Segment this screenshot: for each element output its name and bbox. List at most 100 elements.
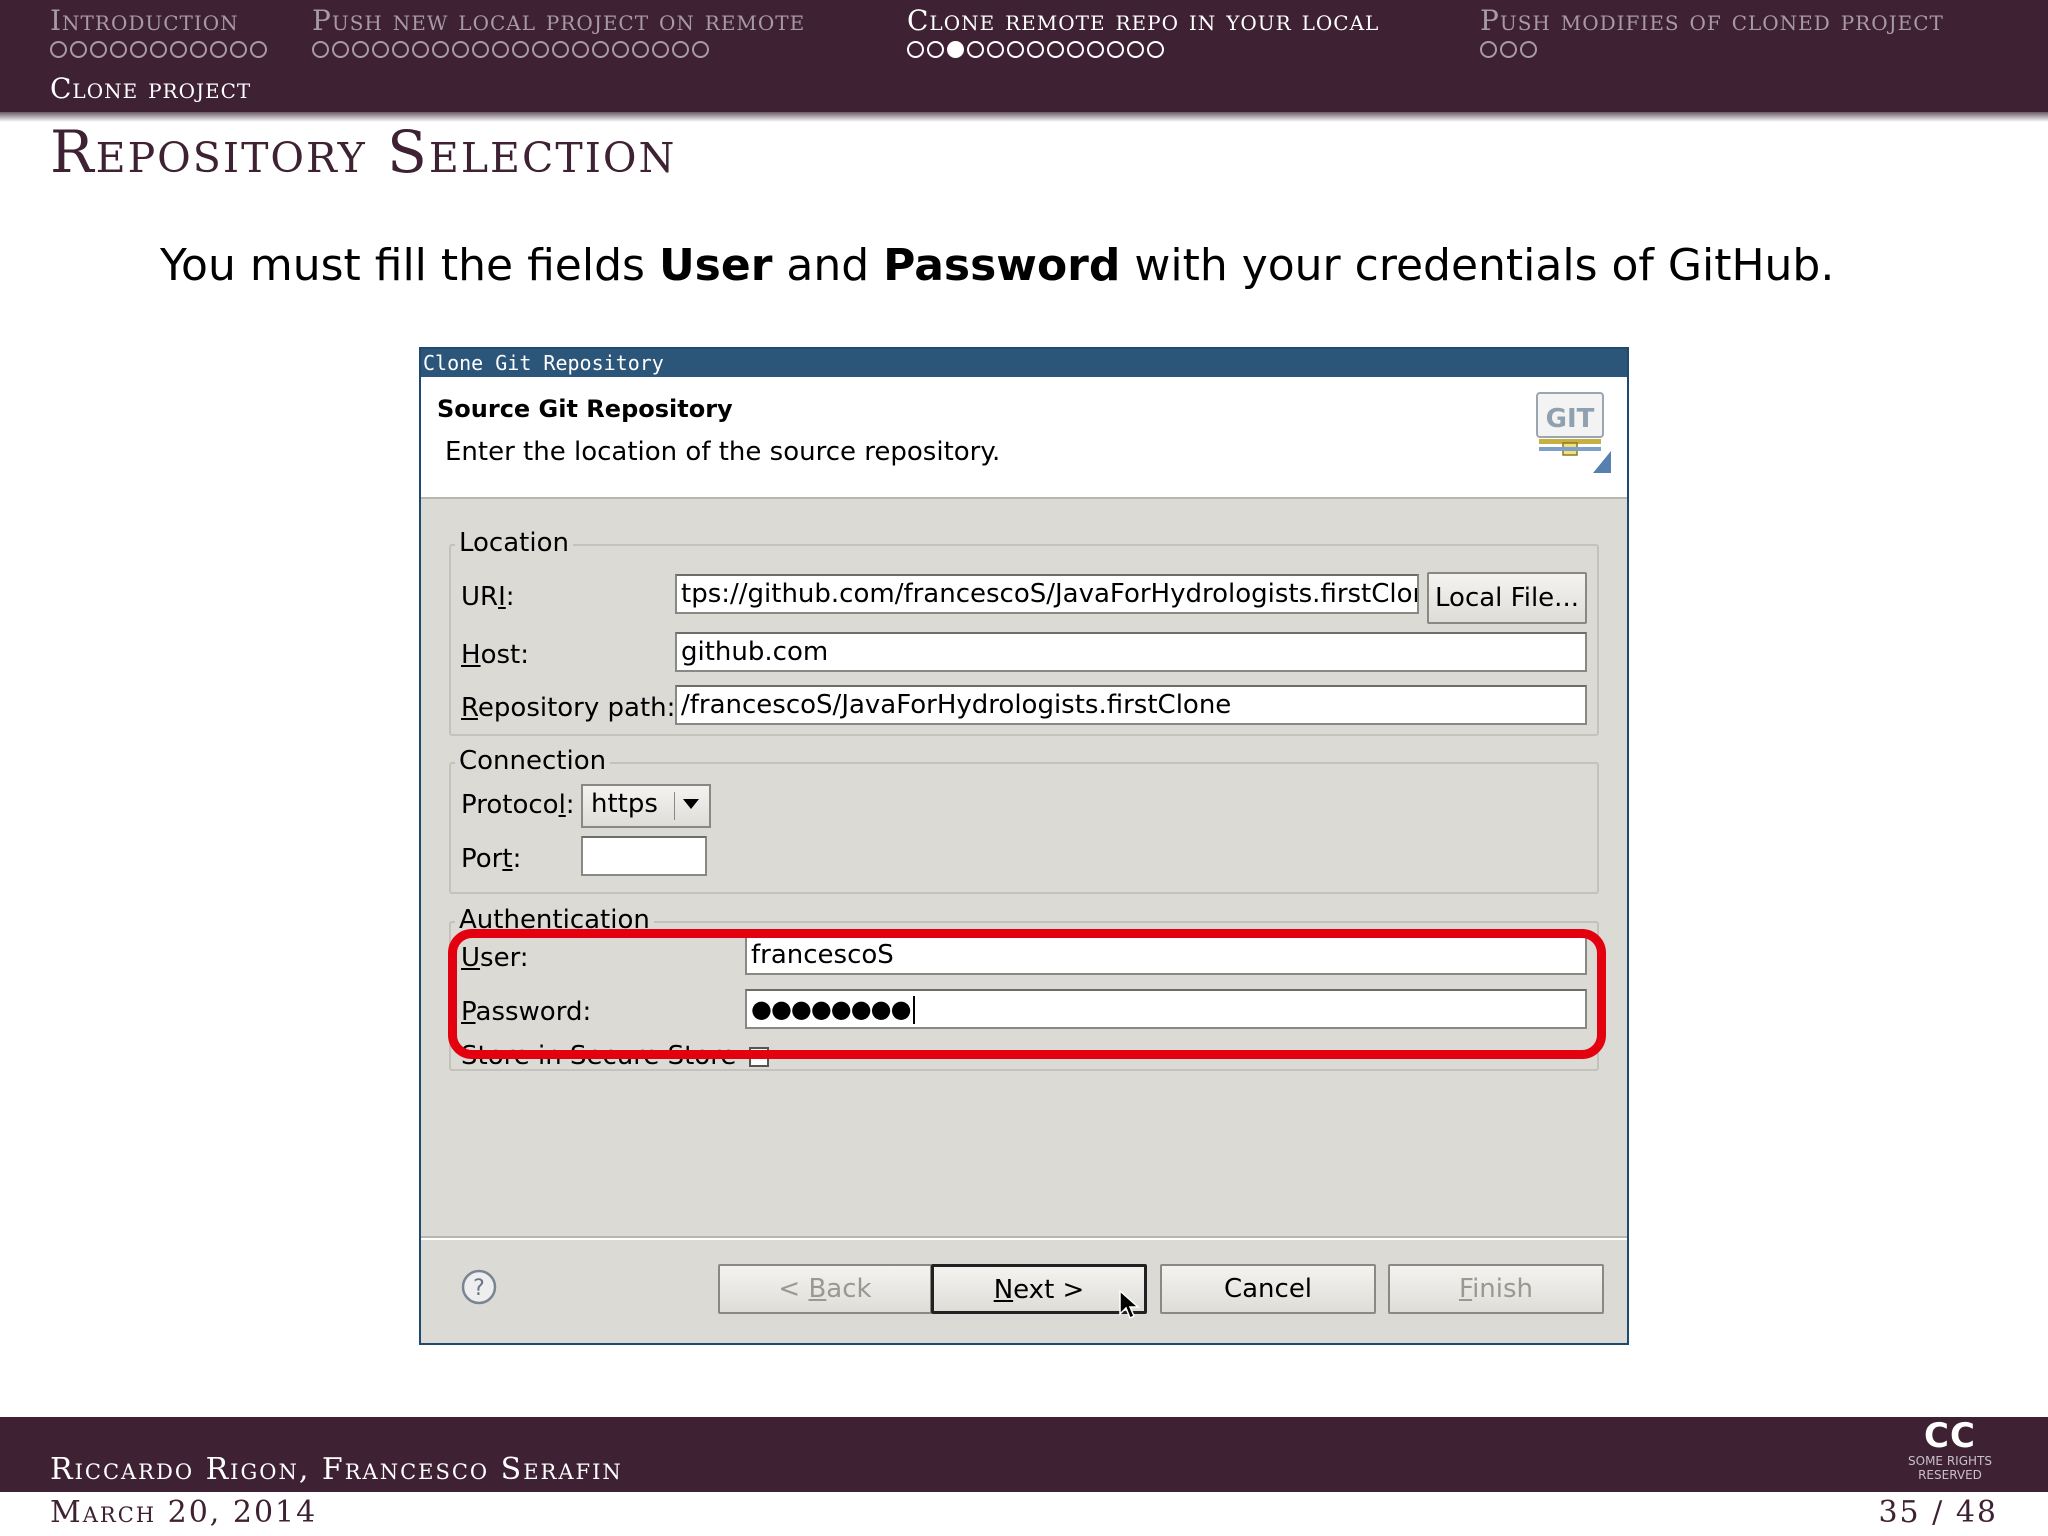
button-bar-separator bbox=[421, 1236, 1627, 1240]
host-label: Host: bbox=[461, 640, 529, 670]
password-input[interactable]: ●●●●●●●● bbox=[745, 989, 1587, 1029]
nav-dot[interactable] bbox=[907, 41, 924, 58]
nav-dot[interactable] bbox=[1087, 41, 1104, 58]
nav-dot[interactable] bbox=[987, 41, 1004, 58]
banner-title: Source Git Repository bbox=[437, 395, 733, 423]
finish-button[interactable]: Finish bbox=[1388, 1264, 1604, 1314]
nav-dot[interactable] bbox=[472, 41, 489, 58]
dropdown-arrow-icon bbox=[683, 799, 699, 809]
nav-dot[interactable] bbox=[332, 41, 349, 58]
label-text: ost: bbox=[480, 640, 529, 670]
connection-group: Connection Protocol: https Port: bbox=[449, 746, 1599, 894]
next-button[interactable]: Next > bbox=[931, 1264, 1147, 1314]
back-button[interactable]: < Back bbox=[718, 1264, 932, 1314]
slide-instruction: You must fill the fields User and Passwo… bbox=[160, 240, 1834, 291]
local-file-button[interactable]: Local File... bbox=[1427, 572, 1587, 624]
nav-dot[interactable] bbox=[1107, 41, 1124, 58]
nav-dot[interactable] bbox=[652, 41, 669, 58]
nav-dot[interactable] bbox=[552, 41, 569, 58]
nav-section-introduction[interactable]: Introduction bbox=[50, 4, 239, 37]
nav-dot[interactable] bbox=[392, 41, 409, 58]
nav-dot[interactable] bbox=[672, 41, 689, 58]
help-icon[interactable]: ? bbox=[459, 1267, 499, 1307]
nav-dot[interactable] bbox=[1147, 41, 1164, 58]
label-mnemonic: I bbox=[498, 582, 506, 612]
nav-dot[interactable] bbox=[692, 41, 709, 58]
cancel-button[interactable]: Cancel bbox=[1160, 1264, 1376, 1314]
label-text: epository path: bbox=[477, 693, 676, 723]
authentication-group: Authentication User: francescoS Password… bbox=[449, 905, 1599, 1071]
dialog-title-bar[interactable]: Clone Git Repository bbox=[421, 349, 1627, 377]
text-caret bbox=[912, 996, 915, 1024]
label-mnemonic: H bbox=[461, 640, 481, 670]
cc-logo-text: CC bbox=[1924, 1416, 1976, 1456]
nav-dot[interactable] bbox=[967, 41, 984, 58]
password-mask: ●●●●●●●● bbox=[751, 995, 912, 1023]
user-input[interactable]: francescoS bbox=[745, 935, 1587, 975]
nav-dots-clone-remote[interactable] bbox=[907, 41, 1167, 65]
nav-dot[interactable] bbox=[130, 41, 147, 58]
label-text: Protoco bbox=[461, 790, 559, 820]
nav-dot[interactable] bbox=[1067, 41, 1084, 58]
nav-dot[interactable] bbox=[1500, 41, 1517, 58]
combo-separator bbox=[674, 792, 675, 820]
nav-dot[interactable] bbox=[452, 41, 469, 58]
protocol-select[interactable]: https bbox=[581, 784, 711, 828]
subsection-title[interactable]: Clone project bbox=[50, 72, 251, 105]
nav-dot[interactable] bbox=[612, 41, 629, 58]
cc-rights-text: SOME RIGHTS RESERVED bbox=[1908, 1454, 1992, 1482]
nav-section-clone-remote[interactable]: Clone remote repo in your local bbox=[907, 4, 1379, 37]
uri-label: URI: bbox=[461, 582, 515, 612]
nav-dot[interactable] bbox=[947, 41, 964, 58]
help-glyph: ? bbox=[473, 1276, 485, 1301]
nav-dot[interactable] bbox=[1127, 41, 1144, 58]
nav-section-push-modifies[interactable]: Push modifies of cloned project bbox=[1480, 4, 1944, 37]
label-text: Por bbox=[461, 844, 503, 874]
nav-dot[interactable] bbox=[250, 41, 267, 58]
store-secure-checkbox[interactable] bbox=[749, 1047, 769, 1067]
nav-dot[interactable] bbox=[412, 41, 429, 58]
nav-dot[interactable] bbox=[572, 41, 589, 58]
nav-dot[interactable] bbox=[592, 41, 609, 58]
nav-dot[interactable] bbox=[352, 41, 369, 58]
mouse-cursor-icon bbox=[1119, 1290, 1140, 1320]
nav-dot[interactable] bbox=[632, 41, 649, 58]
nav-dot[interactable] bbox=[230, 41, 247, 58]
label-text: UR bbox=[461, 582, 499, 612]
nav-dot[interactable] bbox=[512, 41, 529, 58]
nav-dot[interactable] bbox=[1480, 41, 1497, 58]
nav-dot[interactable] bbox=[1007, 41, 1024, 58]
nav-dots-introduction[interactable] bbox=[50, 41, 270, 65]
nav-dot[interactable] bbox=[150, 41, 167, 58]
nav-dot[interactable] bbox=[432, 41, 449, 58]
host-input[interactable]: github.com bbox=[675, 632, 1587, 672]
nav-dot[interactable] bbox=[190, 41, 207, 58]
nav-dots-push-new[interactable] bbox=[312, 41, 712, 65]
nav-dot[interactable] bbox=[372, 41, 389, 58]
instruction-bold-password: Password bbox=[883, 240, 1121, 291]
nav-dot[interactable] bbox=[927, 41, 944, 58]
nav-dot[interactable] bbox=[532, 41, 549, 58]
nav-section-push-new[interactable]: Push new local project on remote bbox=[312, 4, 805, 37]
nav-dot[interactable] bbox=[50, 41, 67, 58]
nav-dot[interactable] bbox=[1047, 41, 1064, 58]
uri-input[interactable]: tps://github.com/francescoS/JavaForHydro… bbox=[675, 574, 1419, 614]
button-text: inish bbox=[1472, 1274, 1534, 1304]
nav-dot[interactable] bbox=[312, 41, 329, 58]
nav-dot[interactable] bbox=[70, 41, 87, 58]
label-mnemonic: R bbox=[461, 693, 478, 723]
nav-dot[interactable] bbox=[1520, 41, 1537, 58]
nav-dot[interactable] bbox=[1027, 41, 1044, 58]
repository-path-input[interactable]: /francescoS/JavaForHydrologists.firstClo… bbox=[675, 685, 1587, 725]
label-text: : bbox=[505, 582, 515, 612]
protocol-value: https bbox=[591, 789, 658, 819]
port-input[interactable] bbox=[581, 836, 707, 876]
password-label: Password: bbox=[461, 997, 591, 1027]
nav-dots-push-modifies[interactable] bbox=[1480, 41, 1540, 65]
nav-dot[interactable] bbox=[492, 41, 509, 58]
instruction-text: You must fill the fields bbox=[160, 240, 659, 291]
nav-dot[interactable] bbox=[170, 41, 187, 58]
nav-dot[interactable] bbox=[90, 41, 107, 58]
nav-dot[interactable] bbox=[210, 41, 227, 58]
nav-dot[interactable] bbox=[110, 41, 127, 58]
